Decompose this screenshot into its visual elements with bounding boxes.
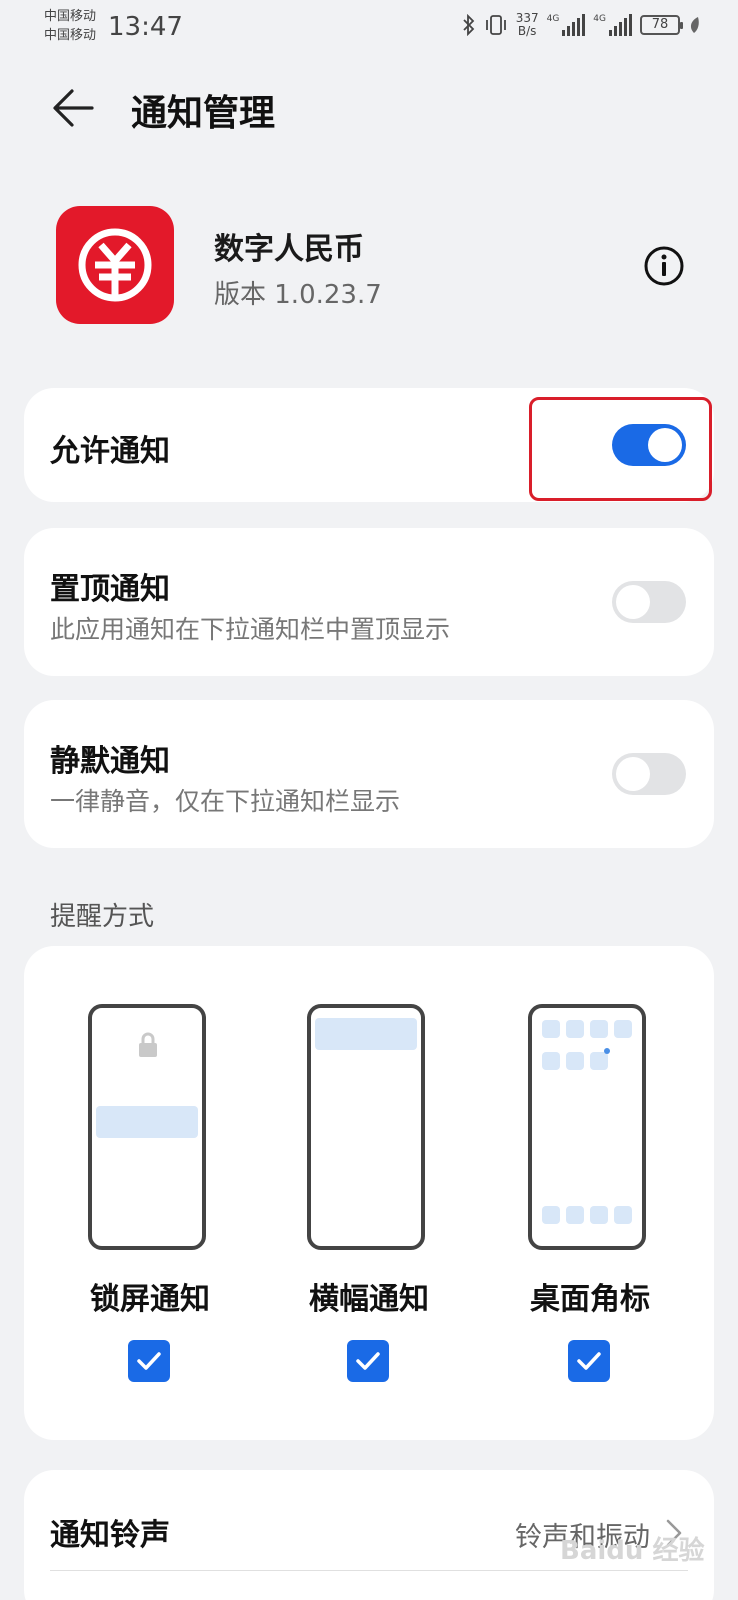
divider — [50, 1570, 688, 1571]
baidu-watermark: Baidu 经验 — [560, 1536, 705, 1566]
toggle-knob — [616, 757, 650, 791]
banner-checkbox[interactable] — [347, 1340, 389, 1382]
yuan-logo-icon — [78, 228, 152, 302]
back-arrow-icon[interactable] — [50, 86, 96, 130]
pin-notifications-label: 置顶通知 — [50, 572, 170, 607]
pin-notifications-card: 置顶通知 此应用通知在下拉通知栏中置顶显示 — [24, 528, 714, 676]
app-tile — [542, 1020, 560, 1038]
dock-tile — [590, 1206, 608, 1224]
app-tile — [542, 1052, 560, 1070]
highlight-annotation — [529, 397, 712, 501]
bluetooth-icon — [463, 14, 474, 36]
app-tile — [614, 1020, 632, 1038]
lock-screen-checkbox[interactable] — [128, 1340, 170, 1382]
banner-label: 横幅通知 — [309, 1282, 429, 1317]
lock-screen-preview — [88, 1004, 206, 1250]
signal-2-icon: 4G — [593, 14, 632, 36]
app-name: 数字人民币 — [214, 232, 364, 267]
vibrate-icon — [485, 15, 506, 35]
app-tile — [566, 1020, 584, 1038]
carrier-2: 中国移动 — [44, 28, 97, 43]
app-version: 版本 1.0.23.7 — [214, 280, 382, 310]
check-icon — [356, 1352, 380, 1370]
app-tile — [590, 1052, 608, 1070]
banner-preview — [307, 1004, 425, 1250]
status-bar: 中国移动 中国移动 13:47 337 B/s 4G 4G 78 — [0, 0, 738, 50]
dock-tile — [542, 1206, 560, 1224]
leaf-icon — [690, 17, 699, 33]
silent-notifications-label: 静默通知 — [50, 744, 170, 779]
ringtone-label: 通知铃声 — [50, 1518, 170, 1553]
pin-notifications-toggle[interactable] — [612, 581, 686, 623]
notification-banner-preview — [315, 1018, 417, 1050]
signal-1-icon: 4G — [547, 14, 586, 36]
battery-icon: 78 — [640, 15, 683, 35]
status-icons: 337 B/s 4G 4G 78 — [462, 12, 700, 38]
carrier-info: 中国移动 中国移动 — [44, 7, 96, 45]
check-icon — [137, 1352, 161, 1370]
pin-notifications-description: 此应用通知在下拉通知栏中置顶显示 — [50, 615, 451, 644]
lock-icon — [139, 1032, 157, 1057]
desktop-badge-label: 桌面角标 — [530, 1282, 650, 1317]
dock-tile — [566, 1206, 584, 1224]
status-time: 13:47 — [108, 12, 183, 42]
check-icon — [577, 1352, 601, 1370]
lock-screen-label: 锁屏通知 — [90, 1282, 210, 1317]
dock-tile — [614, 1206, 632, 1224]
badge-dot-icon — [604, 1048, 610, 1054]
info-icon[interactable] — [643, 245, 685, 287]
silent-notifications-card: 静默通知 一律静音，仅在下拉通知栏显示 — [24, 700, 714, 848]
app-icon — [56, 206, 174, 324]
silent-notifications-toggle[interactable] — [612, 753, 686, 795]
alert-style-section-title: 提醒方式 — [50, 902, 155, 932]
toggle-knob — [616, 585, 650, 619]
speed-unit: B/s — [517, 24, 537, 38]
page-title: 通知管理 — [131, 93, 276, 134]
network-speed: 337 B/s — [516, 12, 539, 38]
app-tile — [590, 1020, 608, 1038]
network-type-2: 4G — [593, 14, 606, 24]
desktop-badge-checkbox[interactable] — [568, 1340, 610, 1382]
app-tile — [566, 1052, 584, 1070]
silent-notifications-description: 一律静音，仅在下拉通知栏显示 — [50, 787, 401, 816]
network-type-1: 4G — [546, 14, 560, 24]
carrier-1: 中国移动 — [44, 9, 97, 24]
allow-notifications-label: 允许通知 — [50, 434, 170, 469]
desktop-badge-preview — [528, 1004, 646, 1250]
notification-banner-preview — [96, 1106, 198, 1138]
